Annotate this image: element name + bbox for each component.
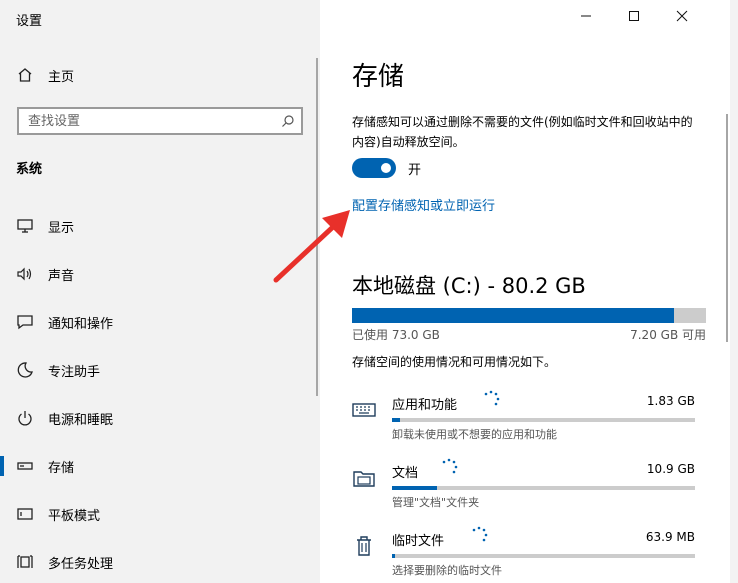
search-box[interactable] <box>17 107 303 135</box>
sidebar-item-label: 电源和睡眠 <box>48 412 114 428</box>
sidebar-scrollbar[interactable] <box>316 58 318 396</box>
sidebar-item-label: 多任务处理 <box>48 556 114 572</box>
page-title: 存储 <box>352 62 405 92</box>
minimize-button[interactable] <box>562 0 610 32</box>
sidebar-item-label: 声音 <box>48 268 75 284</box>
category-name: 文档 <box>392 466 419 481</box>
trash-icon <box>357 536 371 556</box>
power-icon <box>18 411 32 426</box>
sidebar-item-label: 平板模式 <box>48 508 101 524</box>
category-temp-files[interactable]: 临时文件 63.9 MB 选择要删除的临时文件 <box>352 524 706 583</box>
category-list: 应用和功能 1.83 GB 卸载未使用或不想要的应用和功能 文档 10.9 GB… <box>352 388 706 583</box>
sidebar-item-storage[interactable]: 存储 <box>0 442 320 490</box>
sidebar-item-label: 存储 <box>48 460 75 476</box>
disk-info: 存储空间的使用情况和可用情况如下。 <box>352 355 557 369</box>
close-button[interactable] <box>658 0 706 32</box>
toggle-label: 开 <box>408 163 422 178</box>
sidebar-item-label: 显示 <box>48 220 75 236</box>
sidebar-item-focus-assist[interactable]: 专注助手 <box>0 346 320 394</box>
category-subtitle: 管理"文档"文件夹 <box>392 496 480 509</box>
search-icon[interactable] <box>281 114 295 128</box>
sidebar-item-label: 通知和操作 <box>48 316 114 332</box>
sidebar-item-multitasking[interactable]: 多任务处理 <box>0 538 320 583</box>
close-icon <box>676 10 688 22</box>
disk-used-label: 已使用 73.0 GB <box>352 328 440 342</box>
window-controls <box>562 0 706 32</box>
sidebar-item-home[interactable]: 主页 <box>16 64 74 86</box>
main-scrollbar[interactable] <box>726 114 728 342</box>
search-input[interactable] <box>28 113 268 129</box>
loading-spinner-icon <box>442 458 458 474</box>
category-bar <box>392 554 695 558</box>
home-icon <box>18 68 32 82</box>
category-bar-fill <box>392 554 396 558</box>
category-subtitle: 选择要删除的临时文件 <box>392 564 502 577</box>
category-name: 临时文件 <box>392 534 445 549</box>
sidebar-item-notifications[interactable]: 通知和操作 <box>0 298 320 346</box>
category-documents[interactable]: 文档 10.9 GB 管理"文档"文件夹 <box>352 456 706 524</box>
sidebar-item-label: 专注助手 <box>48 364 101 380</box>
main-panel: 存储 存储感知可以通过删除不需要的文件(例如临时文件和回收站中的内容)自动释放空… <box>320 0 728 583</box>
storage-sense-description: 存储感知可以通过删除不需要的文件(例如临时文件和回收站中的内容)自动释放空间。 <box>352 115 693 149</box>
monitor-icon <box>17 219 33 233</box>
configure-storage-sense-link[interactable]: 配置存储感知或立即运行 <box>352 195 495 214</box>
storage-icon <box>17 462 33 470</box>
documents-icon <box>353 471 375 487</box>
moon-icon <box>17 362 33 378</box>
category-bar <box>392 418 695 422</box>
section-title: 系统 <box>16 162 43 177</box>
category-apps[interactable]: 应用和功能 1.83 GB 卸载未使用或不想要的应用和功能 <box>352 388 706 456</box>
category-bar <box>392 486 695 490</box>
speaker-icon <box>17 267 32 281</box>
category-size: 63.9 MB <box>645 530 695 544</box>
category-size: 1.83 GB <box>646 394 695 408</box>
disk-usage-bar <box>352 308 706 323</box>
category-size: 10.9 GB <box>646 462 695 476</box>
sidebar-item-power[interactable]: 电源和睡眠 <box>0 394 320 442</box>
toggle-knob <box>381 163 391 173</box>
category-bar-fill <box>392 486 438 490</box>
category-bar-fill <box>392 418 400 422</box>
nav-list: 显示 声音 通知和操作 专注助手 电源和睡眠 存储 平板模式 多任务处理 <box>0 202 320 583</box>
category-name: 应用和功能 <box>392 398 458 413</box>
keyboard-icon <box>352 403 376 417</box>
maximize-icon <box>629 11 639 21</box>
category-subtitle: 卸载未使用或不想要的应用和功能 <box>392 428 557 441</box>
minimize-icon <box>581 15 591 17</box>
sidebar-item-sound[interactable]: 声音 <box>0 250 320 298</box>
sidebar-item-home-label: 主页 <box>48 69 75 85</box>
notification-icon <box>17 315 33 330</box>
tablet-icon <box>17 508 33 520</box>
window-title: 设置 <box>16 14 43 29</box>
storage-sense-toggle[interactable] <box>352 158 396 178</box>
disk-free-label: 7.20 GB 可用 <box>630 328 706 342</box>
disk-usage-fill <box>352 308 675 323</box>
sidebar-item-display[interactable]: 显示 <box>0 202 320 250</box>
sidebar: 设置 主页 系统 显示 声音 <box>0 0 320 583</box>
multitask-icon <box>17 555 33 568</box>
loading-spinner-icon <box>472 526 488 542</box>
disk-title: 本地磁盘 (C:) - 80.2 GB <box>352 274 586 298</box>
sidebar-item-tablet-mode[interactable]: 平板模式 <box>0 490 320 538</box>
maximize-button[interactable] <box>610 0 658 32</box>
loading-spinner-icon <box>484 390 500 406</box>
